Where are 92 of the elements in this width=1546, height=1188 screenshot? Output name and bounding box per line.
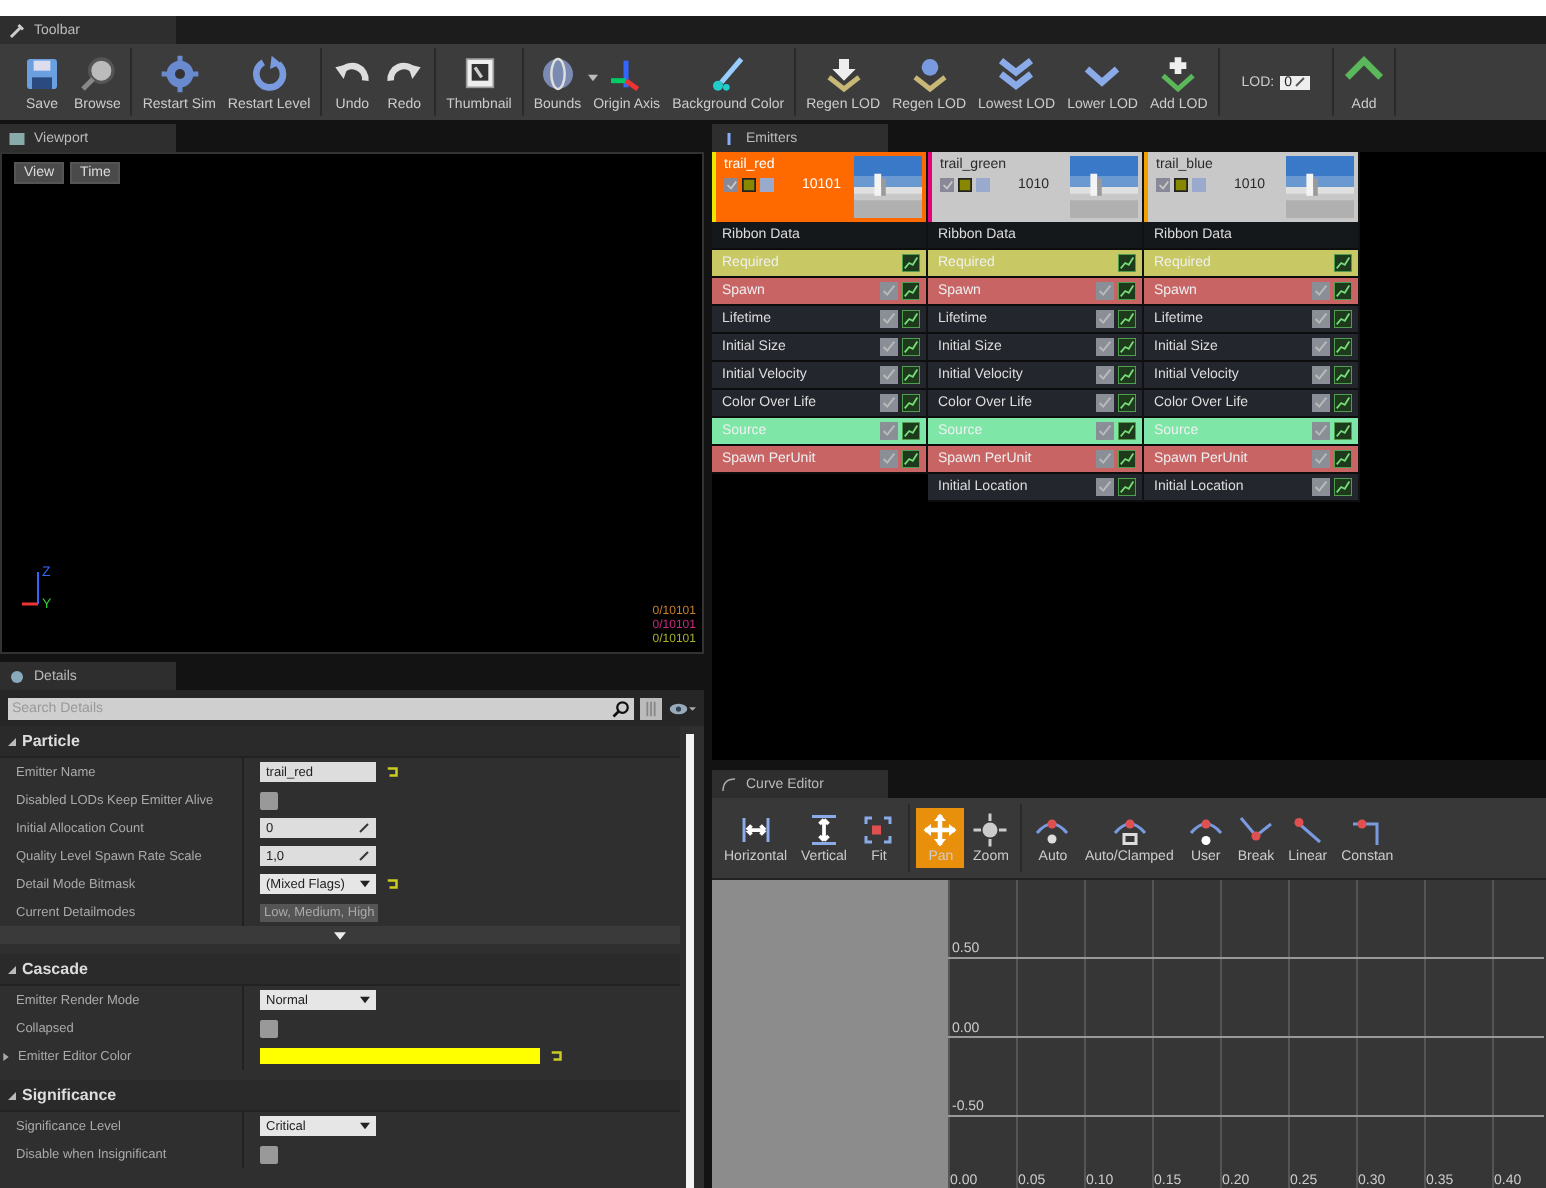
solo-icon[interactable] <box>1174 178 1188 192</box>
checkbox-icon[interactable] <box>880 366 898 384</box>
checkbox-icon[interactable] <box>880 394 898 412</box>
checkbox-icon[interactable] <box>1312 422 1330 440</box>
section-header[interactable]: Significance <box>0 1080 680 1112</box>
collapse-arrow-icon[interactable] <box>8 1091 16 1099</box>
checkbox-icon[interactable] <box>880 450 898 468</box>
checkbox-icon[interactable] <box>1312 478 1330 496</box>
expand-arrow-icon[interactable] <box>2 1051 10 1061</box>
checkbox-icon[interactable] <box>1096 422 1114 440</box>
graph-icon[interactable] <box>1334 338 1352 356</box>
move-arrows-icon <box>922 812 959 848</box>
graph-icon[interactable] <box>902 394 920 412</box>
brush-icon <box>708 53 749 93</box>
checkbox[interactable] <box>260 1019 278 1037</box>
sphere-icon <box>537 53 578 93</box>
search-icon <box>612 700 630 718</box>
graph-icon[interactable] <box>1118 310 1136 328</box>
checkbox[interactable] <box>260 1145 278 1163</box>
checkbox-icon[interactable] <box>1312 394 1330 412</box>
vertical-fit-icon <box>806 812 842 848</box>
plus-icon <box>1158 53 1199 93</box>
graph-icon[interactable] <box>902 282 920 300</box>
graph-icon[interactable] <box>1334 310 1352 328</box>
fit-icon <box>860 812 897 848</box>
graph-icon[interactable] <box>902 422 920 440</box>
circular-arrow-icon <box>249 53 290 93</box>
graph-icon[interactable] <box>1334 422 1352 440</box>
checkbox-icon[interactable] <box>1312 282 1330 300</box>
checkbox-icon[interactable] <box>880 338 898 356</box>
checkbox-icon[interactable] <box>1156 178 1170 192</box>
checkbox-icon[interactable] <box>1312 366 1330 384</box>
checkbox-icon[interactable] <box>1096 478 1114 496</box>
caret-icon[interactable] <box>587 73 598 81</box>
graph-icon[interactable] <box>1118 394 1136 412</box>
graph-icon[interactable] <box>902 450 920 468</box>
curve-icon <box>720 775 738 793</box>
save-icon <box>22 53 62 93</box>
graph-icon[interactable] <box>902 254 920 272</box>
graph-icon[interactable] <box>1334 450 1352 468</box>
solo-icon[interactable] <box>742 178 756 192</box>
caret-icon[interactable] <box>360 996 370 1004</box>
eye-icon[interactable] <box>668 700 696 718</box>
checkbox-icon[interactable] <box>1096 338 1114 356</box>
checkbox-icon[interactable] <box>1312 338 1330 356</box>
wrench-icon <box>8 21 26 39</box>
caret-icon[interactable] <box>360 880 370 888</box>
graph-icon[interactable] <box>1118 366 1136 384</box>
checkbox-icon[interactable] <box>1312 450 1330 468</box>
zoom-icon <box>972 812 1009 848</box>
graph-icon[interactable] <box>902 366 920 384</box>
scrollbar[interactable] <box>686 734 694 1188</box>
double-chevron-icon <box>996 53 1037 93</box>
section-header[interactable]: Cascade <box>0 954 680 986</box>
graph-icon[interactable] <box>1118 282 1136 300</box>
section-header[interactable]: Particle <box>0 726 680 758</box>
graph-icon[interactable] <box>902 310 920 328</box>
checkbox-icon[interactable] <box>940 178 954 192</box>
caret-icon[interactable] <box>334 931 346 939</box>
graph-icon[interactable] <box>1118 422 1136 440</box>
download-icon <box>823 53 864 93</box>
checkbox-icon[interactable] <box>880 422 898 440</box>
checkbox-icon[interactable] <box>1096 366 1114 384</box>
cloud-chevron-icon <box>909 53 950 93</box>
color-swatch[interactable] <box>260 1048 540 1064</box>
search-icon <box>77 53 118 93</box>
checkbox-icon[interactable] <box>1096 310 1114 328</box>
graph-icon[interactable] <box>1118 254 1136 272</box>
checkbox-icon[interactable] <box>1096 282 1114 300</box>
collapse-arrow-icon[interactable] <box>8 965 16 973</box>
solo-icon[interactable] <box>958 178 972 192</box>
gear-icon <box>159 53 200 93</box>
checkbox[interactable] <box>260 791 278 809</box>
graph-icon[interactable] <box>1334 254 1352 272</box>
checkbox-icon[interactable] <box>880 282 898 300</box>
horizontal-fit-icon <box>737 812 774 848</box>
graph-icon[interactable] <box>1334 394 1352 412</box>
graph-icon[interactable] <box>1334 478 1352 496</box>
checkbox-icon[interactable] <box>724 178 738 192</box>
checkbox-icon[interactable] <box>880 310 898 328</box>
graph-icon[interactable] <box>1118 450 1136 468</box>
linear-curve-icon <box>1289 812 1326 848</box>
caret-icon[interactable] <box>360 1122 370 1130</box>
checkbox-icon[interactable] <box>1312 310 1330 328</box>
graph-icon[interactable] <box>1118 478 1136 496</box>
graph-icon[interactable] <box>902 338 920 356</box>
graph-icon[interactable] <box>1334 282 1352 300</box>
checkbox-icon[interactable] <box>1096 394 1114 412</box>
graph-icon[interactable] <box>1334 366 1352 384</box>
graph-icon[interactable] <box>1118 338 1136 356</box>
collapse-arrow-icon[interactable] <box>8 737 16 745</box>
checkbox-icon[interactable] <box>1096 450 1114 468</box>
